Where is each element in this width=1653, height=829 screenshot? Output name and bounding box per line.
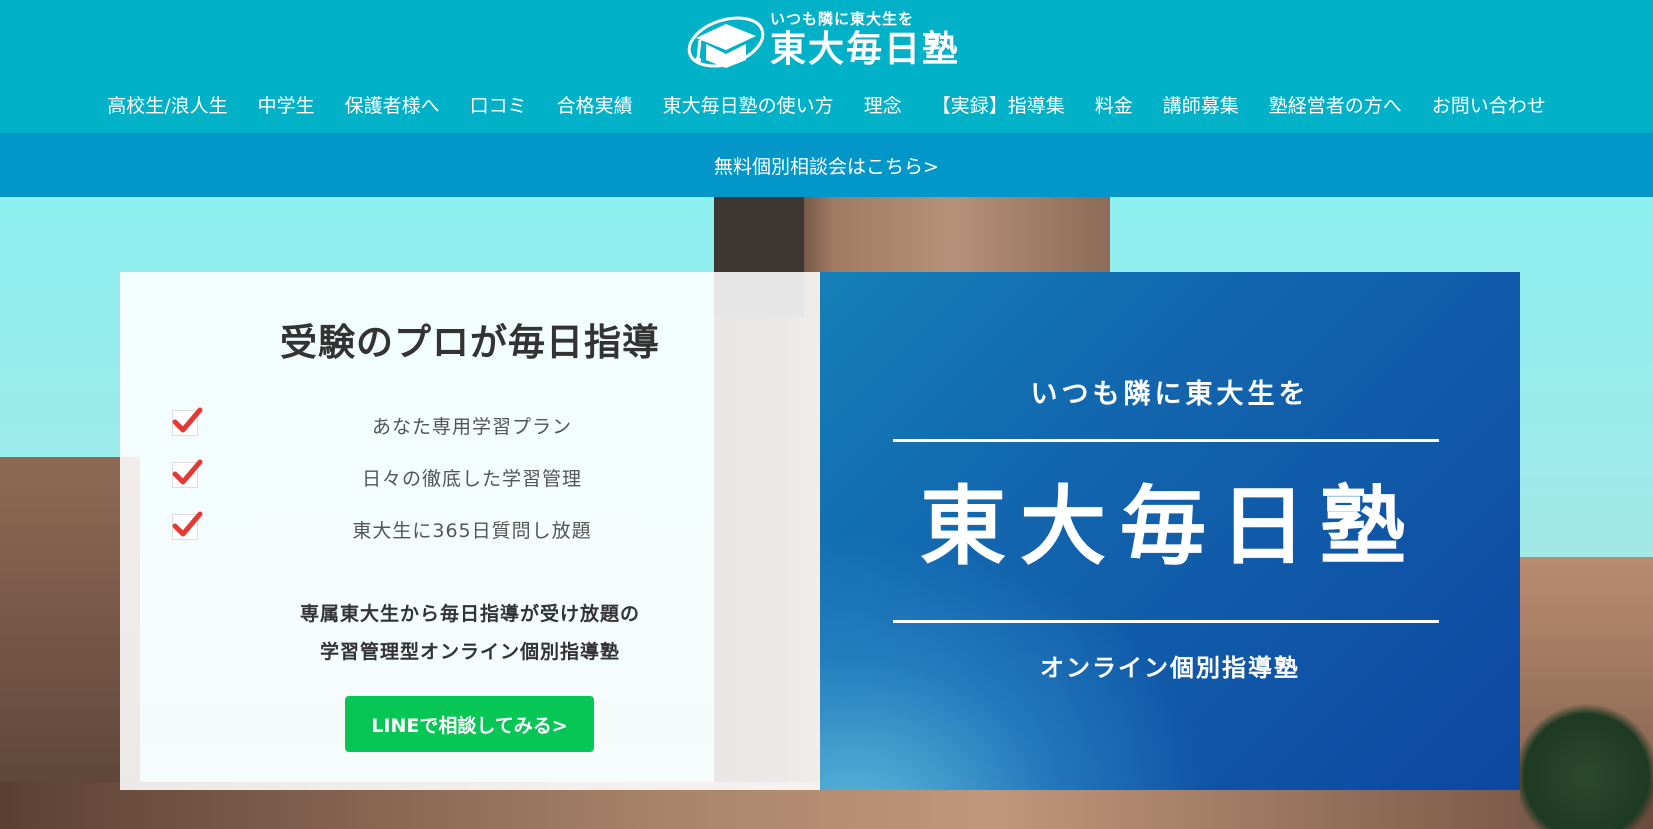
site-logo[interactable]: いつも隣に東大生を 東大毎日塾 <box>682 6 972 74</box>
feature-item: あなた専用学習プラン <box>172 407 772 462</box>
description-line-2: 学習管理型オンライン個別指導塾 <box>319 641 620 663</box>
nav-item-contact[interactable]: お問い合わせ <box>1417 91 1561 118</box>
divider-bottom <box>893 620 1439 623</box>
nav-item-pricing[interactable]: 料金 <box>1080 91 1148 118</box>
brand-card-tagline: いつも隣に東大生を <box>1030 379 1310 410</box>
nav-item-parents[interactable]: 保護者様へ <box>330 91 455 118</box>
logo-name: 東大毎日塾 <box>770 28 961 70</box>
nav-item-records[interactable]: 【実録】指導集 <box>917 91 1080 118</box>
consultation-link[interactable]: 無料個別相談会はこちら> <box>714 152 939 179</box>
tree-image <box>1520 697 1653 829</box>
site-header: いつも隣に東大生を 東大毎日塾 高校生/浪人生 中学生 保護者様へ 口コミ 合格… <box>0 0 1653 133</box>
feature-text: 東大生に365日質問し放題 <box>352 520 592 542</box>
line-consult-button[interactable]: LINEで相談してみる> <box>345 696 594 752</box>
checkmark-icon <box>172 511 203 540</box>
hero-title: 受験のプロが毎日指導 <box>280 321 660 364</box>
logo-tagline: いつも隣に東大生を <box>770 10 915 28</box>
brand-card-subtitle: オンライン個別指導塾 <box>1040 653 1300 682</box>
divider-top <box>893 439 1439 442</box>
feature-item: 日々の徹底した学習管理 <box>172 459 772 514</box>
graduation-cap-logo-icon <box>682 8 766 72</box>
checkmark-icon <box>172 459 203 488</box>
brand-card-name: 東大毎日塾 <box>920 476 1420 577</box>
hero-info-card: 受験のプロが毎日指導 あなた専用学習プラン 日々の徹底した学習管理 東大生に36… <box>120 272 820 790</box>
nav-item-recruit[interactable]: 講師募集 <box>1148 91 1254 118</box>
nav-item-high-school[interactable]: 高校生/浪人生 <box>92 91 242 118</box>
brand-card: いつも隣に東大生を 東大毎日塾 オンライン個別指導塾 <box>820 272 1520 790</box>
nav-item-reviews[interactable]: 口コミ <box>455 91 542 118</box>
feature-text: あなた専用学習プラン <box>371 416 572 438</box>
building-left-image <box>0 457 140 829</box>
description-line-1: 専属東大生から毎日指導が受け放題の <box>299 603 640 625</box>
consultation-banner: 無料個別相談会はこちら> <box>0 133 1653 197</box>
hero-description: 専属東大生から毎日指導が受け放題の 学習管理型オンライン個別指導塾 <box>120 595 820 671</box>
main-nav: 高校生/浪人生 中学生 保護者様へ 口コミ 合格実績 東大毎日塾の使い方 理念 … <box>0 84 1653 124</box>
checkmark-icon <box>172 407 203 436</box>
feature-item: 東大生に365日質問し放題 <box>172 511 772 566</box>
feature-list: あなた専用学習プラン 日々の徹底した学習管理 東大生に365日質問し放題 <box>172 407 772 566</box>
nav-item-junior-high[interactable]: 中学生 <box>243 91 330 118</box>
nav-item-how-to-use[interactable]: 東大毎日塾の使い方 <box>648 91 849 118</box>
nav-item-results[interactable]: 合格実績 <box>542 91 648 118</box>
nav-item-owners[interactable]: 塾経営者の方へ <box>1254 91 1417 118</box>
nav-item-philosophy[interactable]: 理念 <box>849 91 917 118</box>
feature-text: 日々の徹底した学習管理 <box>361 468 582 490</box>
